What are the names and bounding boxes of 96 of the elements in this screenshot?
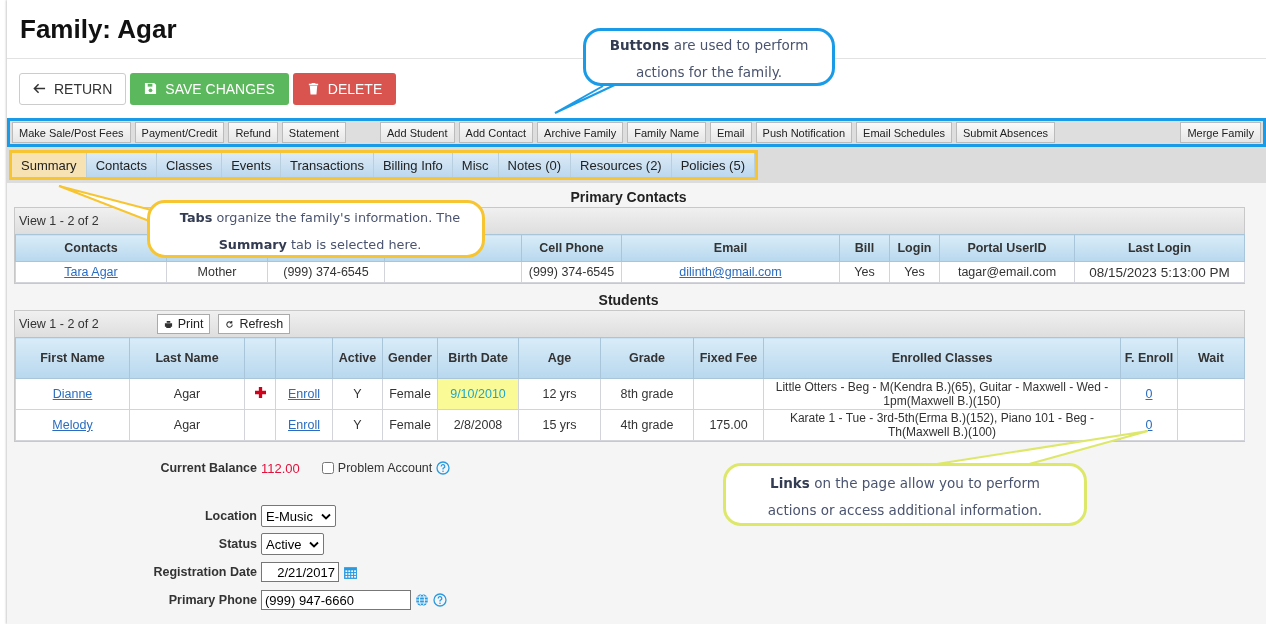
column-header[interactable]: Contacts — [15, 234, 167, 262]
view-count: View 1 - 2 of 2 — [19, 317, 99, 331]
section-title: Primary Contacts — [569, 188, 688, 207]
table-cell: Y — [332, 378, 383, 410]
table-cell: 15 yrs — [518, 409, 601, 441]
tab[interactable]: Classes — [156, 153, 223, 177]
view-count: View 1 - 2 of 2 — [19, 214, 99, 228]
phone-field[interactable]: (999) 947-6660 — [261, 590, 411, 610]
refresh-icon — [225, 319, 235, 329]
toolbar-button[interactable]: Family Name — [627, 122, 707, 143]
return-button[interactable]: RETURN — [19, 72, 127, 105]
column-header[interactable]: Last Login — [1074, 234, 1245, 262]
toolbar-button[interactable]: Add Contact — [458, 122, 534, 143]
column-header[interactable]: Last Name — [129, 337, 245, 379]
student-link[interactable]: Dianne — [52, 387, 93, 401]
field-label: Registration Date — [152, 565, 257, 579]
column-header[interactable]: First Name — [15, 337, 130, 379]
print-button[interactable]: Print — [156, 314, 211, 334]
column-header[interactable]: Enrolled Classes — [763, 337, 1121, 379]
page-title: Family: Agar — [20, 13, 177, 45]
column-header[interactable]: Fixed Fee — [693, 337, 764, 379]
printer-icon — [163, 319, 173, 329]
toolbar-button[interactable]: Make Sale/Post Fees — [12, 122, 131, 143]
chevron-down-icon — [309, 540, 320, 548]
toolbar-button[interactable]: Push Notification — [755, 122, 853, 143]
contact-link[interactable]: Tara Agar — [64, 265, 118, 279]
table-cell: 4th grade — [600, 409, 694, 441]
tab[interactable]: Contacts — [86, 153, 157, 177]
problem-account-checkbox[interactable] — [321, 462, 334, 474]
delete-button[interactable]: DELETE — [292, 72, 397, 105]
column-header[interactable]: Gender — [382, 337, 438, 379]
email-link[interactable]: dilinth@gmail.com — [679, 265, 782, 279]
field-label: Status — [217, 537, 257, 551]
calendar-icon[interactable] — [343, 564, 358, 580]
globe-icon[interactable] — [415, 593, 429, 607]
toolbar-button[interactable]: Add Student — [380, 122, 455, 143]
tab[interactable]: Notes (0) — [498, 153, 572, 177]
dropdown[interactable]: Active — [261, 533, 325, 555]
checkbox-label: Problem Account — [337, 461, 433, 475]
tab[interactable]: Transactions — [280, 153, 374, 177]
toolbar-button[interactable]: Email Schedules — [856, 122, 953, 143]
toolbar-button[interactable]: Submit Absences — [956, 122, 1056, 143]
help-icon — [433, 593, 447, 607]
toolbar-button[interactable]: Email — [710, 122, 752, 143]
table-cell: 8th grade — [600, 378, 694, 410]
column-header[interactable]: F. Enroll — [1120, 337, 1178, 379]
field-label: Location — [203, 509, 257, 523]
column-header[interactable]: Bill — [839, 234, 890, 262]
column-header[interactable]: Cell Phone — [521, 234, 622, 262]
date-field[interactable]: 2/21/2017 — [261, 562, 339, 582]
dropdown[interactable]: E-Music — [261, 505, 336, 527]
table-cell: Agar — [129, 409, 245, 441]
column-header[interactable]: Wait — [1177, 337, 1245, 379]
chevron-down-icon — [320, 512, 331, 520]
toolbar-button[interactable]: Archive Family — [537, 122, 624, 143]
tab[interactable]: Resources (2) — [571, 153, 672, 177]
table-cell: Female — [382, 378, 438, 410]
table-cell: Female — [382, 409, 438, 441]
enroll-link[interactable]: Enroll — [288, 418, 320, 432]
column-header[interactable]: Email — [621, 234, 840, 262]
tab[interactable]: Misc — [452, 153, 499, 177]
column-header[interactable]: Age — [518, 337, 601, 379]
table-cell: 2/8/2008 — [437, 409, 519, 441]
help-icon — [436, 461, 451, 475]
column-header[interactable]: Active — [332, 337, 383, 379]
table-cell: 9/10/2010 — [437, 378, 519, 410]
toolbar-button[interactable]: Merge Family — [1180, 122, 1261, 143]
column-header[interactable]: Grade — [600, 337, 694, 379]
field-label: Primary Phone — [167, 593, 257, 607]
tab[interactable]: Events — [222, 153, 281, 177]
callout-tooltip: Tabs organize the family's information. The Summary tab is selected here. — [147, 200, 485, 258]
enroll-link[interactable]: Enroll — [288, 387, 320, 401]
tab[interactable]: Policies (5) — [671, 153, 755, 177]
table-cell: 12 yrs — [518, 378, 601, 410]
balance-amount: 112.00 — [261, 460, 300, 476]
tab[interactable]: Summary — [12, 153, 87, 177]
toolbar-button[interactable]: Statement — [281, 122, 346, 143]
column-header[interactable]: Portal UserID — [939, 234, 1075, 262]
table-cell: Karate 1 - Tue - 3rd-5th(Erma B.)(152), Piano 101 - Beg - Th(Maxwell B.)(100) — [763, 409, 1121, 441]
refresh-button[interactable]: Refresh — [218, 314, 291, 334]
column-header[interactable]: Birth Date — [437, 337, 519, 379]
toolbar-button[interactable]: Payment/Credit — [134, 122, 225, 143]
table-cell: 175.00 — [693, 409, 764, 441]
toolbar-button[interactable]: Refund — [228, 122, 278, 143]
tab[interactable]: Billing Info — [373, 153, 453, 177]
trash-icon — [306, 82, 320, 95]
f-enroll-link[interactable]: 0 — [1145, 387, 1153, 401]
f-enroll-link[interactable]: 0 — [1145, 418, 1153, 432]
arrow-left-icon — [33, 82, 46, 95]
table-cell: Y — [332, 409, 383, 441]
table-cell: Agar — [129, 378, 245, 410]
student-link[interactable]: Melody — [52, 418, 93, 432]
table-cell: Little Otters - Beg - M(Kendra B.)(65), Guitar - Maxwell - Wed - 1pm(Maxwell B.)(150) — [763, 378, 1121, 410]
field-label: Current Balance — [159, 461, 257, 475]
column-header[interactable]: Login — [889, 234, 940, 262]
section-title: Students — [597, 291, 660, 310]
